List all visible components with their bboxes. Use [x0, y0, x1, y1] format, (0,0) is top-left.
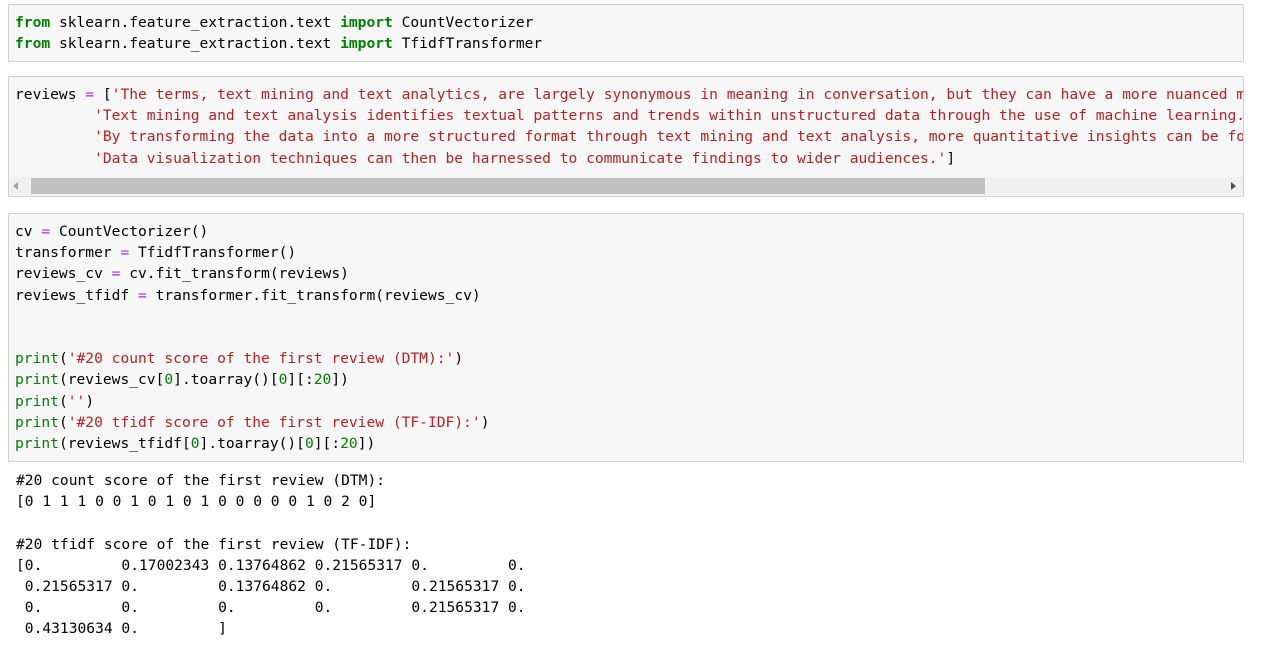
code-token: from: [15, 35, 51, 53]
code-token: (reviews_cv[: [58, 371, 165, 389]
code-line: print('#20 tfidf score of the first revi…: [9, 412, 1243, 433]
code-token: 20: [313, 371, 332, 389]
code-token: import: [340, 35, 393, 53]
code-token: reviews_tfidf: [15, 286, 139, 304]
code-token: (: [58, 413, 68, 431]
code-token: =: [120, 244, 130, 262]
scrollbar-thumb[interactable]: [31, 178, 985, 194]
code-token: print: [15, 350, 59, 368]
code-line: print(reviews_tfidf[0].toarray()[0][:20]…: [9, 433, 1243, 454]
code-line: reviews = ['The terms, text mining and t…: [9, 84, 1243, 105]
code-token: (: [58, 350, 68, 368]
code-token: print: [15, 392, 59, 410]
output-line: [0. 0.17002343 0.13764862 0.21565317 0. …: [16, 556, 526, 574]
code-cell-reviews[interactable]: reviews = ['The terms, text mining and t…: [8, 76, 1244, 197]
output-line: [0 1 1 1 0 0 1 0 1 0 1 0 0 0 0 0 1 0 2 0…: [16, 493, 377, 511]
code-token: '': [67, 392, 86, 410]
output-line: 0. 0. 0. 0. 0.21565317 0.: [16, 599, 526, 617]
code-token: ]): [331, 371, 349, 389]
code-token: sklearn.feature_extraction.text: [50, 35, 341, 53]
code-token: print: [15, 413, 59, 431]
code-token: sklearn.feature_extraction.text: [50, 14, 341, 31]
code-line: cv = CountVectorizer(): [9, 221, 1243, 242]
code-line: from sklearn.feature_extraction.text imp…: [9, 12, 1243, 33]
code-token: TfidfTransformer: [392, 35, 543, 53]
code-cell-imports[interactable]: from sklearn.feature_extraction.text imp…: [8, 4, 1244, 62]
code-token: 0: [164, 371, 174, 389]
code-token: ]): [357, 434, 376, 452]
code-line: 'By transforming the data into a more st…: [9, 126, 1243, 147]
scroll-left-arrow-icon[interactable]: [13, 182, 18, 190]
code-token: ][:: [313, 434, 341, 452]
code-token: transformer.fit_transform(reviews_cv): [146, 286, 481, 304]
code-token: [: [94, 86, 112, 103]
code-token: print: [15, 434, 59, 452]
code-token: '#20 count score of the first review (DT…: [67, 350, 455, 368]
code-lines: reviews = ['The terms, text mining and t…: [9, 84, 1243, 169]
code-token: CountVectorizer: [392, 14, 534, 31]
code-token: (reviews_tfidf[: [58, 434, 191, 452]
code-token: =: [41, 223, 51, 240]
output-line: 0.21565317 0. 0.13764862 0. 0.21565317 0…: [16, 577, 526, 595]
code-token: import: [340, 14, 393, 31]
code-token: ]: [946, 149, 956, 167]
code-token: ][:: [287, 371, 314, 389]
code-token: 0: [190, 434, 200, 452]
code-token: cv: [15, 223, 42, 240]
code-token: '#20 tfidf score of the first review (TF…: [67, 413, 481, 431]
code-token: transformer: [15, 244, 121, 262]
code-token: ].toarray()[: [173, 371, 279, 389]
code-token: reviews: [15, 86, 86, 103]
code-token: 0: [304, 434, 314, 452]
code-line: reviews_cv = cv.fit_transform(reviews): [9, 263, 1243, 284]
horizontal-scrollbar[interactable]: [9, 177, 1243, 195]
code-token: 'By transforming the data into a more st…: [94, 128, 1244, 146]
code-token: =: [85, 86, 95, 103]
code-token: ): [454, 350, 464, 368]
code-cell-vectorize[interactable]: cv = CountVectorizer() transformer = Tfid…: [8, 213, 1244, 462]
output-line: #20 tfidf score of the first review (TF-…: [16, 535, 412, 553]
code-token: 'The terms, text mining and text analyti…: [111, 86, 1244, 103]
code-line: transformer = TfidfTransformer(): [9, 242, 1243, 263]
code-token: reviews_cv: [15, 265, 112, 283]
code-token: cv.fit_transform(reviews): [120, 265, 349, 283]
code-line: 'Text mining and text analysis identifie…: [9, 105, 1243, 126]
code-token: TfidfTransformer(): [129, 244, 297, 262]
code-token: 'Data visualization techniques can then …: [94, 149, 947, 167]
code-line: print(reviews_cv[0].toarray()[0][:20]): [9, 369, 1243, 390]
output-line: 0.43130634 0. ]: [16, 620, 227, 638]
code-line: from sklearn.feature_extraction.text imp…: [9, 33, 1243, 54]
code-token: ): [85, 392, 95, 410]
code-line: print(''): [9, 391, 1243, 412]
code-line: print('#20 count score of the first revi…: [9, 348, 1243, 369]
code-token: from: [15, 14, 51, 31]
code-token: print: [15, 371, 59, 389]
code-token: ): [480, 413, 490, 431]
cell-output: #20 count score of the first review (DTM…: [16, 470, 1236, 640]
code-token: ].toarray()[: [199, 434, 305, 452]
code-token: =: [138, 286, 147, 304]
output-line: #20 count score of the first review (DTM…: [16, 472, 386, 489]
code-line: 'Data visualization techniques can then …: [9, 148, 1243, 169]
code-token: CountVectorizer(): [50, 223, 209, 240]
code-token: 20: [340, 434, 358, 452]
scroll-right-arrow-icon[interactable]: [1231, 182, 1236, 190]
code-token: (: [58, 392, 68, 410]
code-line: reviews_tfidf = transformer.fit_transfor…: [9, 285, 1243, 306]
code-token: 'Text mining and text analysis identifie…: [94, 107, 1244, 125]
